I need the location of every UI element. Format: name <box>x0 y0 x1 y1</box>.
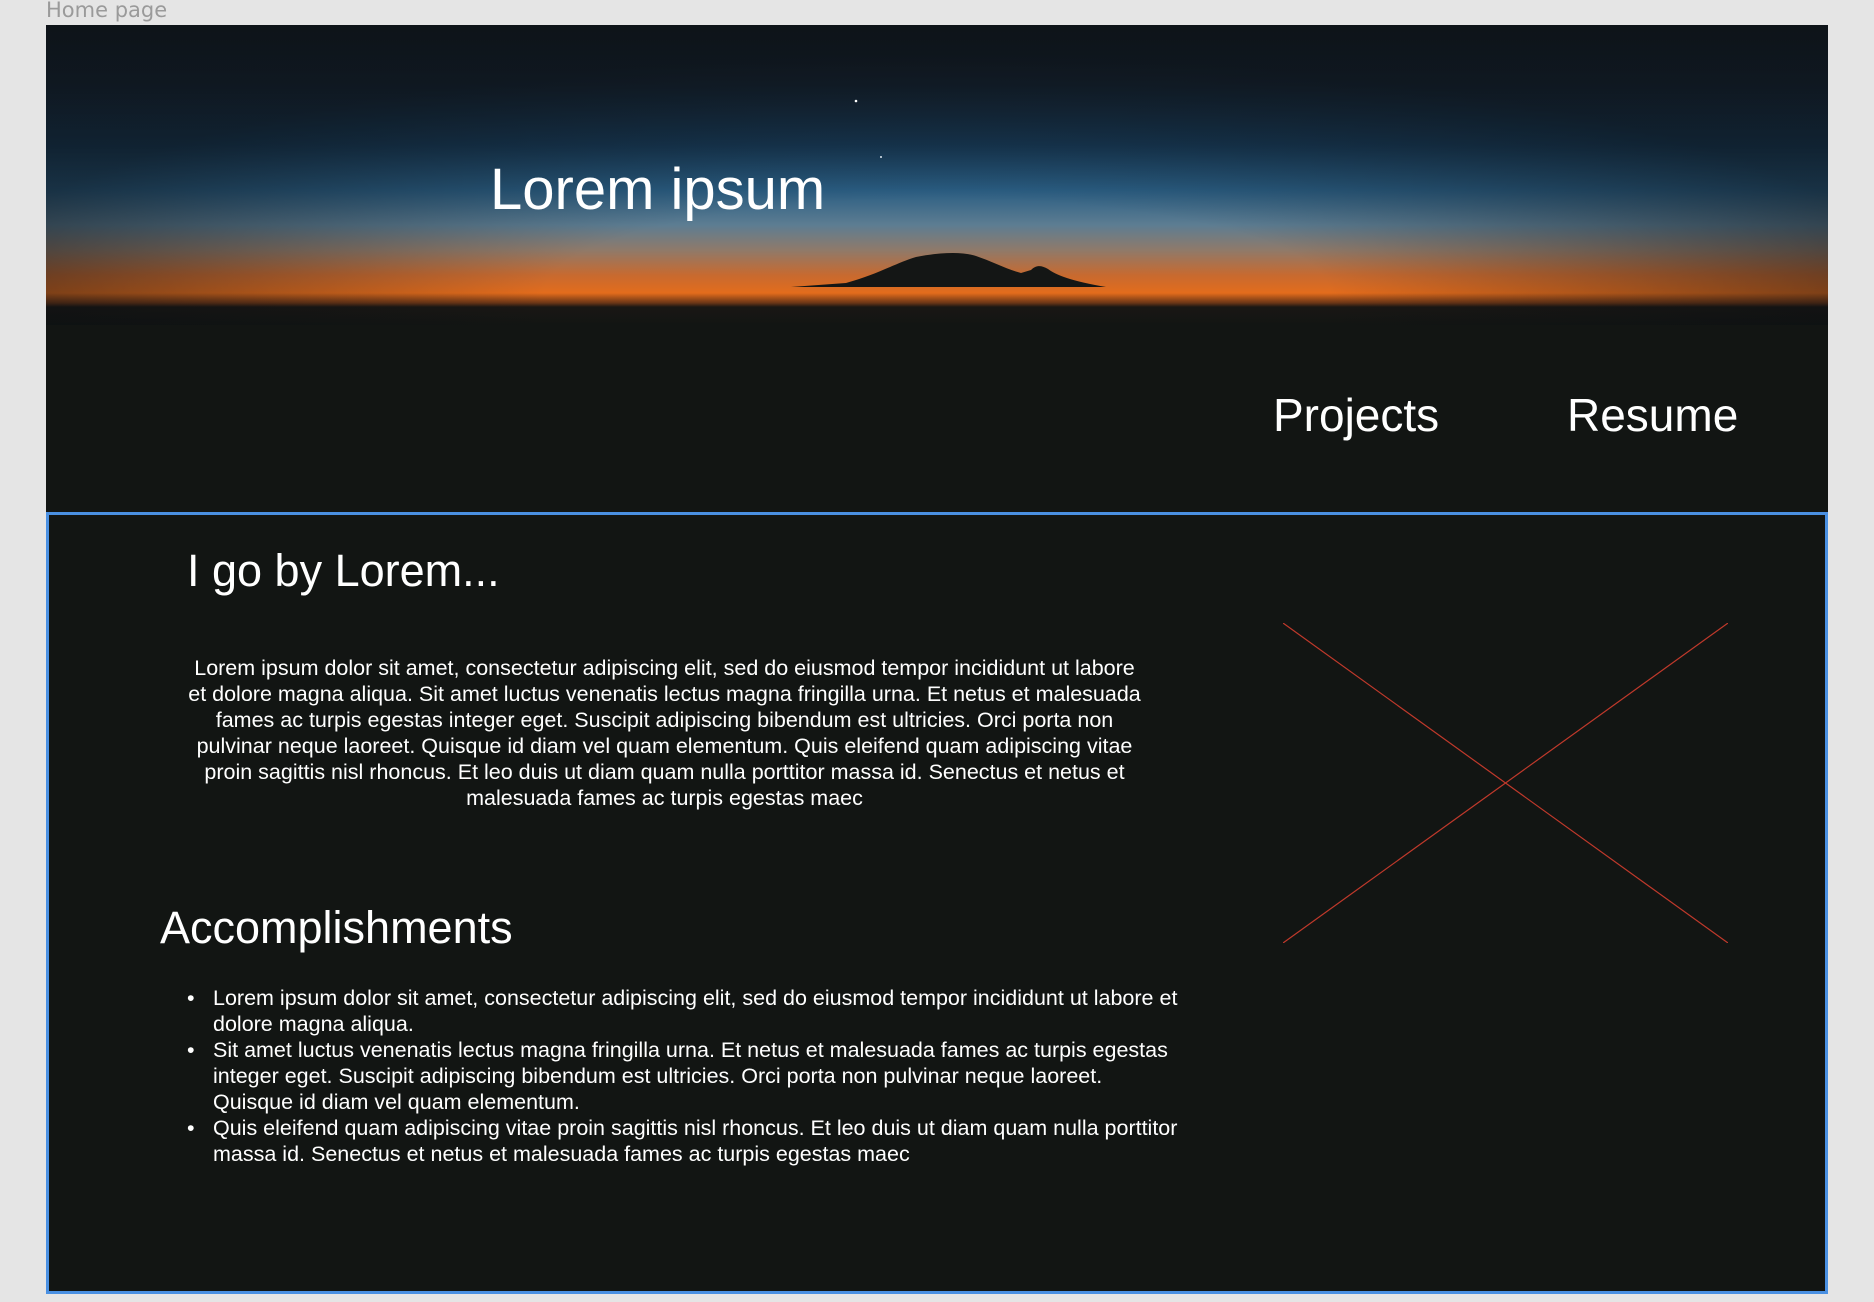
hero-title: Lorem ipsum <box>490 157 826 222</box>
star <box>880 156 882 158</box>
star <box>854 99 858 103</box>
bullet-icon: • <box>187 1038 195 1062</box>
about-heading: I go by Lorem... <box>187 545 500 596</box>
list-item-text: Quis eleifend quam adipiscing vitae proi… <box>213 1116 1178 1166</box>
home-page-frame: Lorem ipsum Projects Resume I go by Lore… <box>46 25 1828 1294</box>
nav-projects-link[interactable]: Projects <box>1273 387 1439 443</box>
list-item: • Sit amet luctus venenatis lectus magna… <box>187 1037 1183 1115</box>
list-item-text: Sit amet luctus venenatis lectus magna f… <box>213 1038 1168 1114</box>
hero-banner: Lorem ipsum Projects Resume <box>46 25 1828 514</box>
mountain-silhouette <box>791 253 1106 287</box>
bullet-icon: • <box>187 1116 195 1140</box>
image-placeholder-icon <box>1283 623 1728 943</box>
accomplishments-heading: Accomplishments <box>160 902 513 953</box>
list-item-text: Lorem ipsum dolor sit amet, consectetur … <box>213 986 1178 1036</box>
accomplishments-list: • Lorem ipsum dolor sit amet, consectetu… <box>187 985 1183 1167</box>
about-paragraph: Lorem ipsum dolor sit amet, consectetur … <box>188 656 1141 810</box>
bullet-icon: • <box>187 986 195 1010</box>
about-section[interactable]: I go by Lorem... Lorem ipsum dolor sit a… <box>46 512 1828 1294</box>
list-item: • Lorem ipsum dolor sit amet, consectetu… <box>187 985 1183 1037</box>
frame-label: Home page <box>46 0 168 22</box>
list-item: • Quis eleifend quam adipiscing vitae pr… <box>187 1115 1183 1167</box>
hero-landscape-image <box>791 99 1106 287</box>
nav-resume-link[interactable]: Resume <box>1567 387 1738 443</box>
